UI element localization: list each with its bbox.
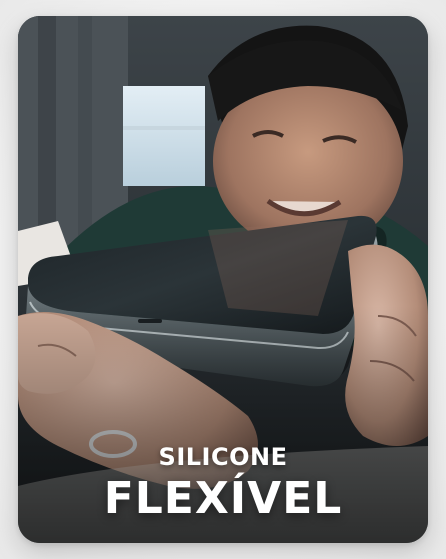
product-photo xyxy=(18,16,428,543)
promo-card: SILICONE FLEXÍVEL xyxy=(18,16,428,543)
page: SILICONE FLEXÍVEL xyxy=(0,0,446,559)
